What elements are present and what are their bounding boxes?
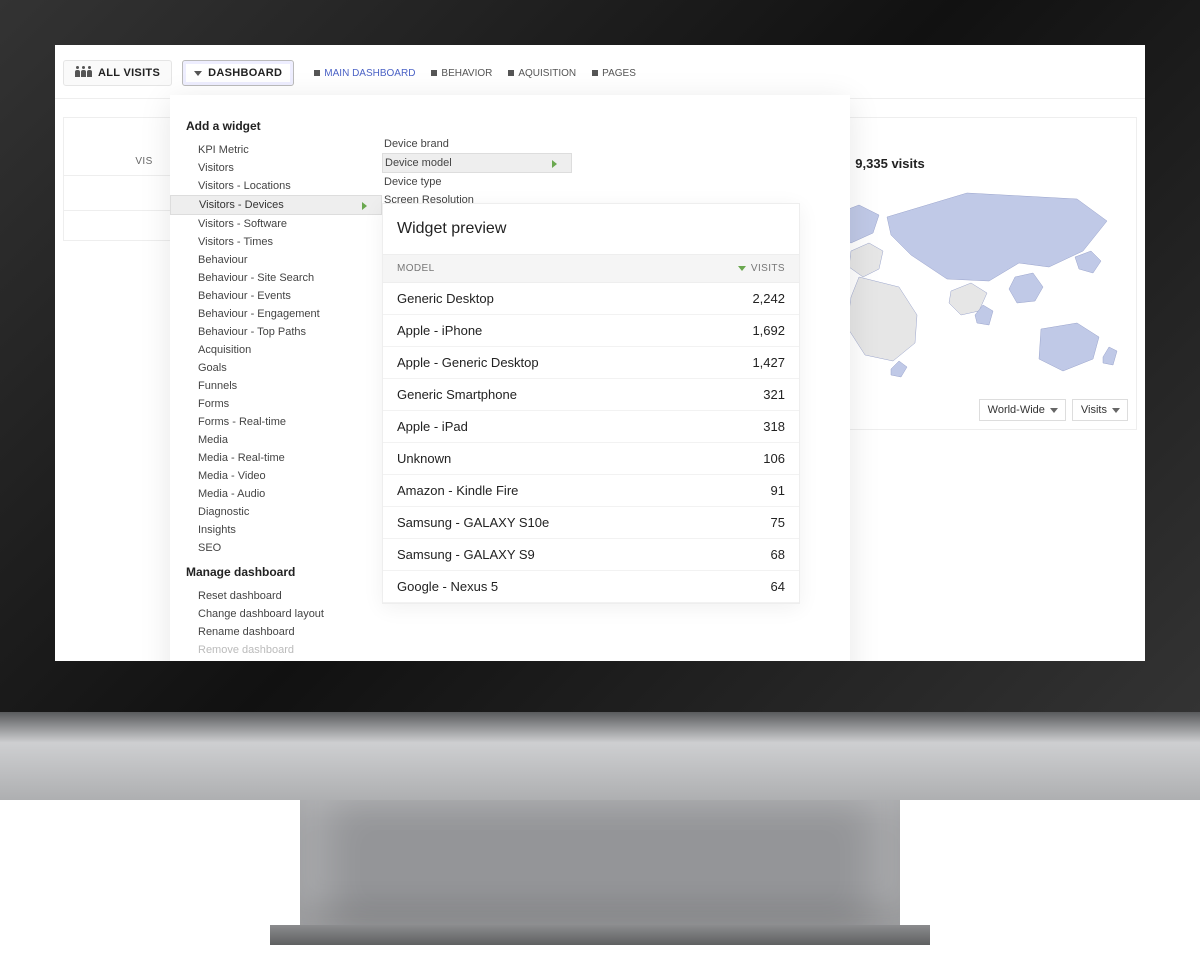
cell-model: Apple - Generic Desktop xyxy=(397,355,539,370)
tab-all-visits-label: ALL VISITS xyxy=(98,67,160,79)
tab-all-visits[interactable]: ALL VISITS xyxy=(63,60,172,86)
map-region-select[interactable]: World-Wide xyxy=(979,399,1066,421)
cat-kpi-metric[interactable]: KPI Metric xyxy=(170,141,382,159)
table-row[interactable]: Samsung - GALAXY S10e 75 xyxy=(383,507,799,539)
cat-seo[interactable]: SEO xyxy=(170,539,382,557)
cell-model: Samsung - GALAXY S9 xyxy=(397,547,535,562)
cat-media[interactable]: Media xyxy=(170,431,382,449)
widget-subcategory-list: Device brand Device model Device type Sc… xyxy=(382,135,572,209)
cell-visits: 68 xyxy=(771,547,785,562)
subtab-main-dashboard[interactable]: MAIN DASHBOARD xyxy=(314,68,415,79)
cell-visits: 321 xyxy=(763,387,785,402)
manage-dashboard-list: Reset dashboard Change dashboard layout … xyxy=(170,587,382,659)
cat-behaviour-events[interactable]: Behaviour - Events xyxy=(170,287,382,305)
cat-media-video[interactable]: Media - Video xyxy=(170,467,382,485)
cell-visits: 318 xyxy=(763,419,785,434)
dashboard-dropdown-panel: Add a widget KPI Metric Visitors Visitor… xyxy=(170,95,850,661)
cat-visitors-devices[interactable]: Visitors - Devices xyxy=(170,195,382,215)
cat-visitors-locations[interactable]: Visitors - Locations xyxy=(170,177,382,195)
tab-dashboard[interactable]: DASHBOARD xyxy=(182,60,294,86)
cat-funnels[interactable]: Funnels xyxy=(170,377,382,395)
table-row[interactable]: Generic Desktop 2,242 xyxy=(383,283,799,315)
widget-preview-title: Widget preview xyxy=(383,204,799,254)
cat-behaviour[interactable]: Behaviour xyxy=(170,251,382,269)
cell-model: Unknown xyxy=(397,451,451,466)
cell-model: Samsung - GALAXY S10e xyxy=(397,515,549,530)
tab-dashboard-label: DASHBOARD xyxy=(208,67,282,79)
table-row[interactable]: Samsung - GALAXY S9 68 xyxy=(383,539,799,571)
create-dashboard-heading[interactable]: Create new dashboard xyxy=(170,659,382,661)
cell-model: Apple - iPad xyxy=(397,419,468,434)
sub-device-brand[interactable]: Device brand xyxy=(382,135,572,153)
cell-visits: 1,692 xyxy=(752,323,785,338)
table-row[interactable]: Amazon - Kindle Fire 91 xyxy=(383,475,799,507)
cell-visits: 1,427 xyxy=(752,355,785,370)
cat-insights[interactable]: Insights xyxy=(170,521,382,539)
top-tabs: ALL VISITS DASHBOARD MAIN DASHBOARD BEHA… xyxy=(55,45,1145,99)
cell-model: Amazon - Kindle Fire xyxy=(397,483,518,498)
sub-tabs: MAIN DASHBOARD BEHAVIOR AQUISITION PAGES xyxy=(304,68,636,79)
monitor-chin xyxy=(0,712,1200,800)
manage-layout[interactable]: Change dashboard layout xyxy=(170,605,382,623)
col-visits[interactable]: VISITS xyxy=(738,263,785,274)
cat-behaviour-site-search[interactable]: Behaviour - Site Search xyxy=(170,269,382,287)
table-row[interactable]: Apple - iPhone 1,692 xyxy=(383,315,799,347)
cat-forms[interactable]: Forms xyxy=(170,395,382,413)
cell-model: Generic Desktop xyxy=(397,291,494,306)
monitor-stand xyxy=(300,800,900,930)
add-widget-heading: Add a widget xyxy=(170,111,382,141)
cell-visits: 106 xyxy=(763,451,785,466)
manage-rename[interactable]: Rename dashboard xyxy=(170,623,382,641)
sub-device-model[interactable]: Device model xyxy=(382,153,572,173)
table-row[interactable]: Google - Nexus 5 64 xyxy=(383,571,799,603)
subtab-pages[interactable]: PAGES xyxy=(592,68,636,79)
cell-visits: 75 xyxy=(771,515,785,530)
cat-acquisition[interactable]: Acquisition xyxy=(170,341,382,359)
col-model[interactable]: MODEL xyxy=(397,263,435,274)
subtab-aquisition[interactable]: AQUISITION xyxy=(508,68,576,79)
cat-media-audio[interactable]: Media - Audio xyxy=(170,485,382,503)
cell-visits: 91 xyxy=(771,483,785,498)
cat-visitors-software[interactable]: Visitors - Software xyxy=(170,215,382,233)
manage-remove[interactable]: Remove dashboard xyxy=(170,641,382,659)
widget-preview-card: Widget preview MODEL VISITS Generic Desk… xyxy=(382,203,800,604)
table-row[interactable]: Apple - iPad 318 xyxy=(383,411,799,443)
monitor-foot xyxy=(270,925,930,945)
cell-visits: 64 xyxy=(771,579,785,594)
cell-visits: 2,242 xyxy=(752,291,785,306)
cat-media-realtime[interactable]: Media - Real-time xyxy=(170,449,382,467)
cell-model: Generic Smartphone xyxy=(397,387,517,402)
manage-dashboard-heading: Manage dashboard xyxy=(170,557,382,587)
cat-diagnostic[interactable]: Diagnostic xyxy=(170,503,382,521)
cat-behaviour-top-paths[interactable]: Behaviour - Top Paths xyxy=(170,323,382,341)
chevron-down-icon xyxy=(194,71,202,76)
subtab-behavior[interactable]: BEHAVIOR xyxy=(431,68,492,79)
table-row[interactable]: Apple - Generic Desktop 1,427 xyxy=(383,347,799,379)
cat-visitors-times[interactable]: Visitors - Times xyxy=(170,233,382,251)
table-row[interactable]: Generic Smartphone 321 xyxy=(383,379,799,411)
manage-reset[interactable]: Reset dashboard xyxy=(170,587,382,605)
widget-category-list: KPI Metric Visitors Visitors - Locations… xyxy=(170,141,382,557)
cat-forms-realtime[interactable]: Forms - Real-time xyxy=(170,413,382,431)
sub-device-type[interactable]: Device type xyxy=(382,173,572,191)
cell-model: Apple - iPhone xyxy=(397,323,482,338)
people-icon xyxy=(75,70,92,77)
cell-model: Google - Nexus 5 xyxy=(397,579,498,594)
cat-visitors[interactable]: Visitors xyxy=(170,159,382,177)
map-metric-select[interactable]: Visits xyxy=(1072,399,1128,421)
cat-behaviour-engagement[interactable]: Behaviour - Engagement xyxy=(170,305,382,323)
cat-goals[interactable]: Goals xyxy=(170,359,382,377)
table-row[interactable]: Unknown 106 xyxy=(383,443,799,475)
